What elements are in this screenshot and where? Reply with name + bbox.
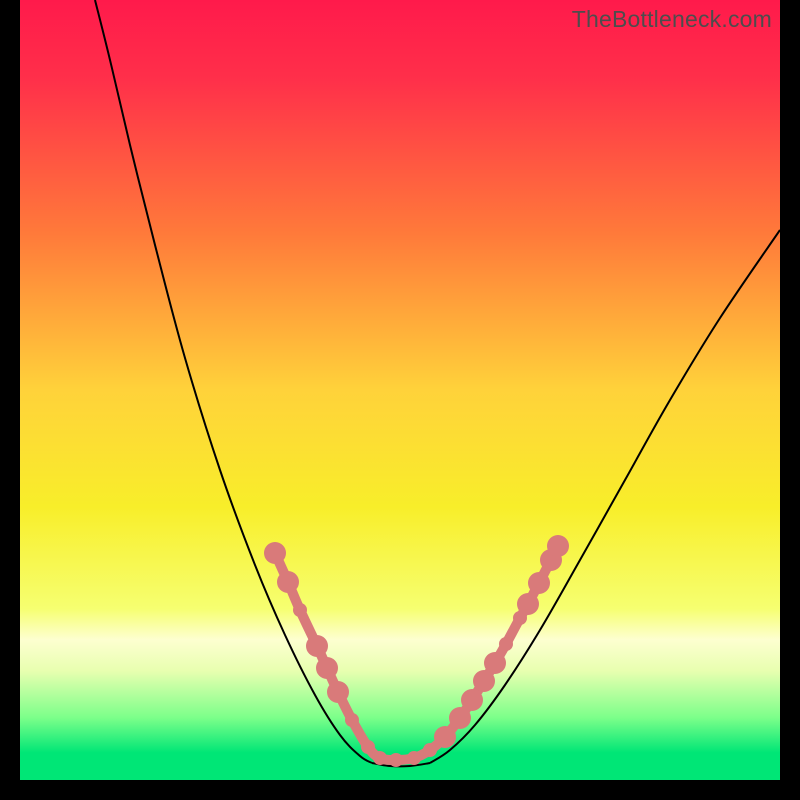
bead-dot: [361, 740, 375, 754]
bead-dot: [293, 603, 307, 617]
bead-dot: [277, 571, 299, 593]
chart-frame: TheBottleneck.com: [20, 0, 780, 780]
bead-dot: [484, 652, 506, 674]
bead-dot: [306, 635, 328, 657]
bead-dot: [517, 593, 539, 615]
bead-dot: [449, 707, 471, 729]
bead-dot: [434, 726, 456, 748]
bead-dot: [264, 542, 286, 564]
bead-dot: [528, 572, 550, 594]
bead-dot: [345, 713, 359, 727]
bead-dot: [373, 751, 387, 765]
bead-dot: [499, 637, 513, 651]
watermark-text: TheBottleneck.com: [572, 6, 772, 33]
bead-dot: [423, 743, 437, 757]
bead-dot: [461, 689, 483, 711]
bead-dot: [316, 657, 338, 679]
bead-dot: [389, 753, 403, 767]
bead-dot: [407, 751, 421, 765]
bottleneck-chart: [20, 0, 780, 780]
bead-dot: [547, 535, 569, 557]
gradient-background: [20, 0, 780, 780]
bead-dot: [327, 681, 349, 703]
